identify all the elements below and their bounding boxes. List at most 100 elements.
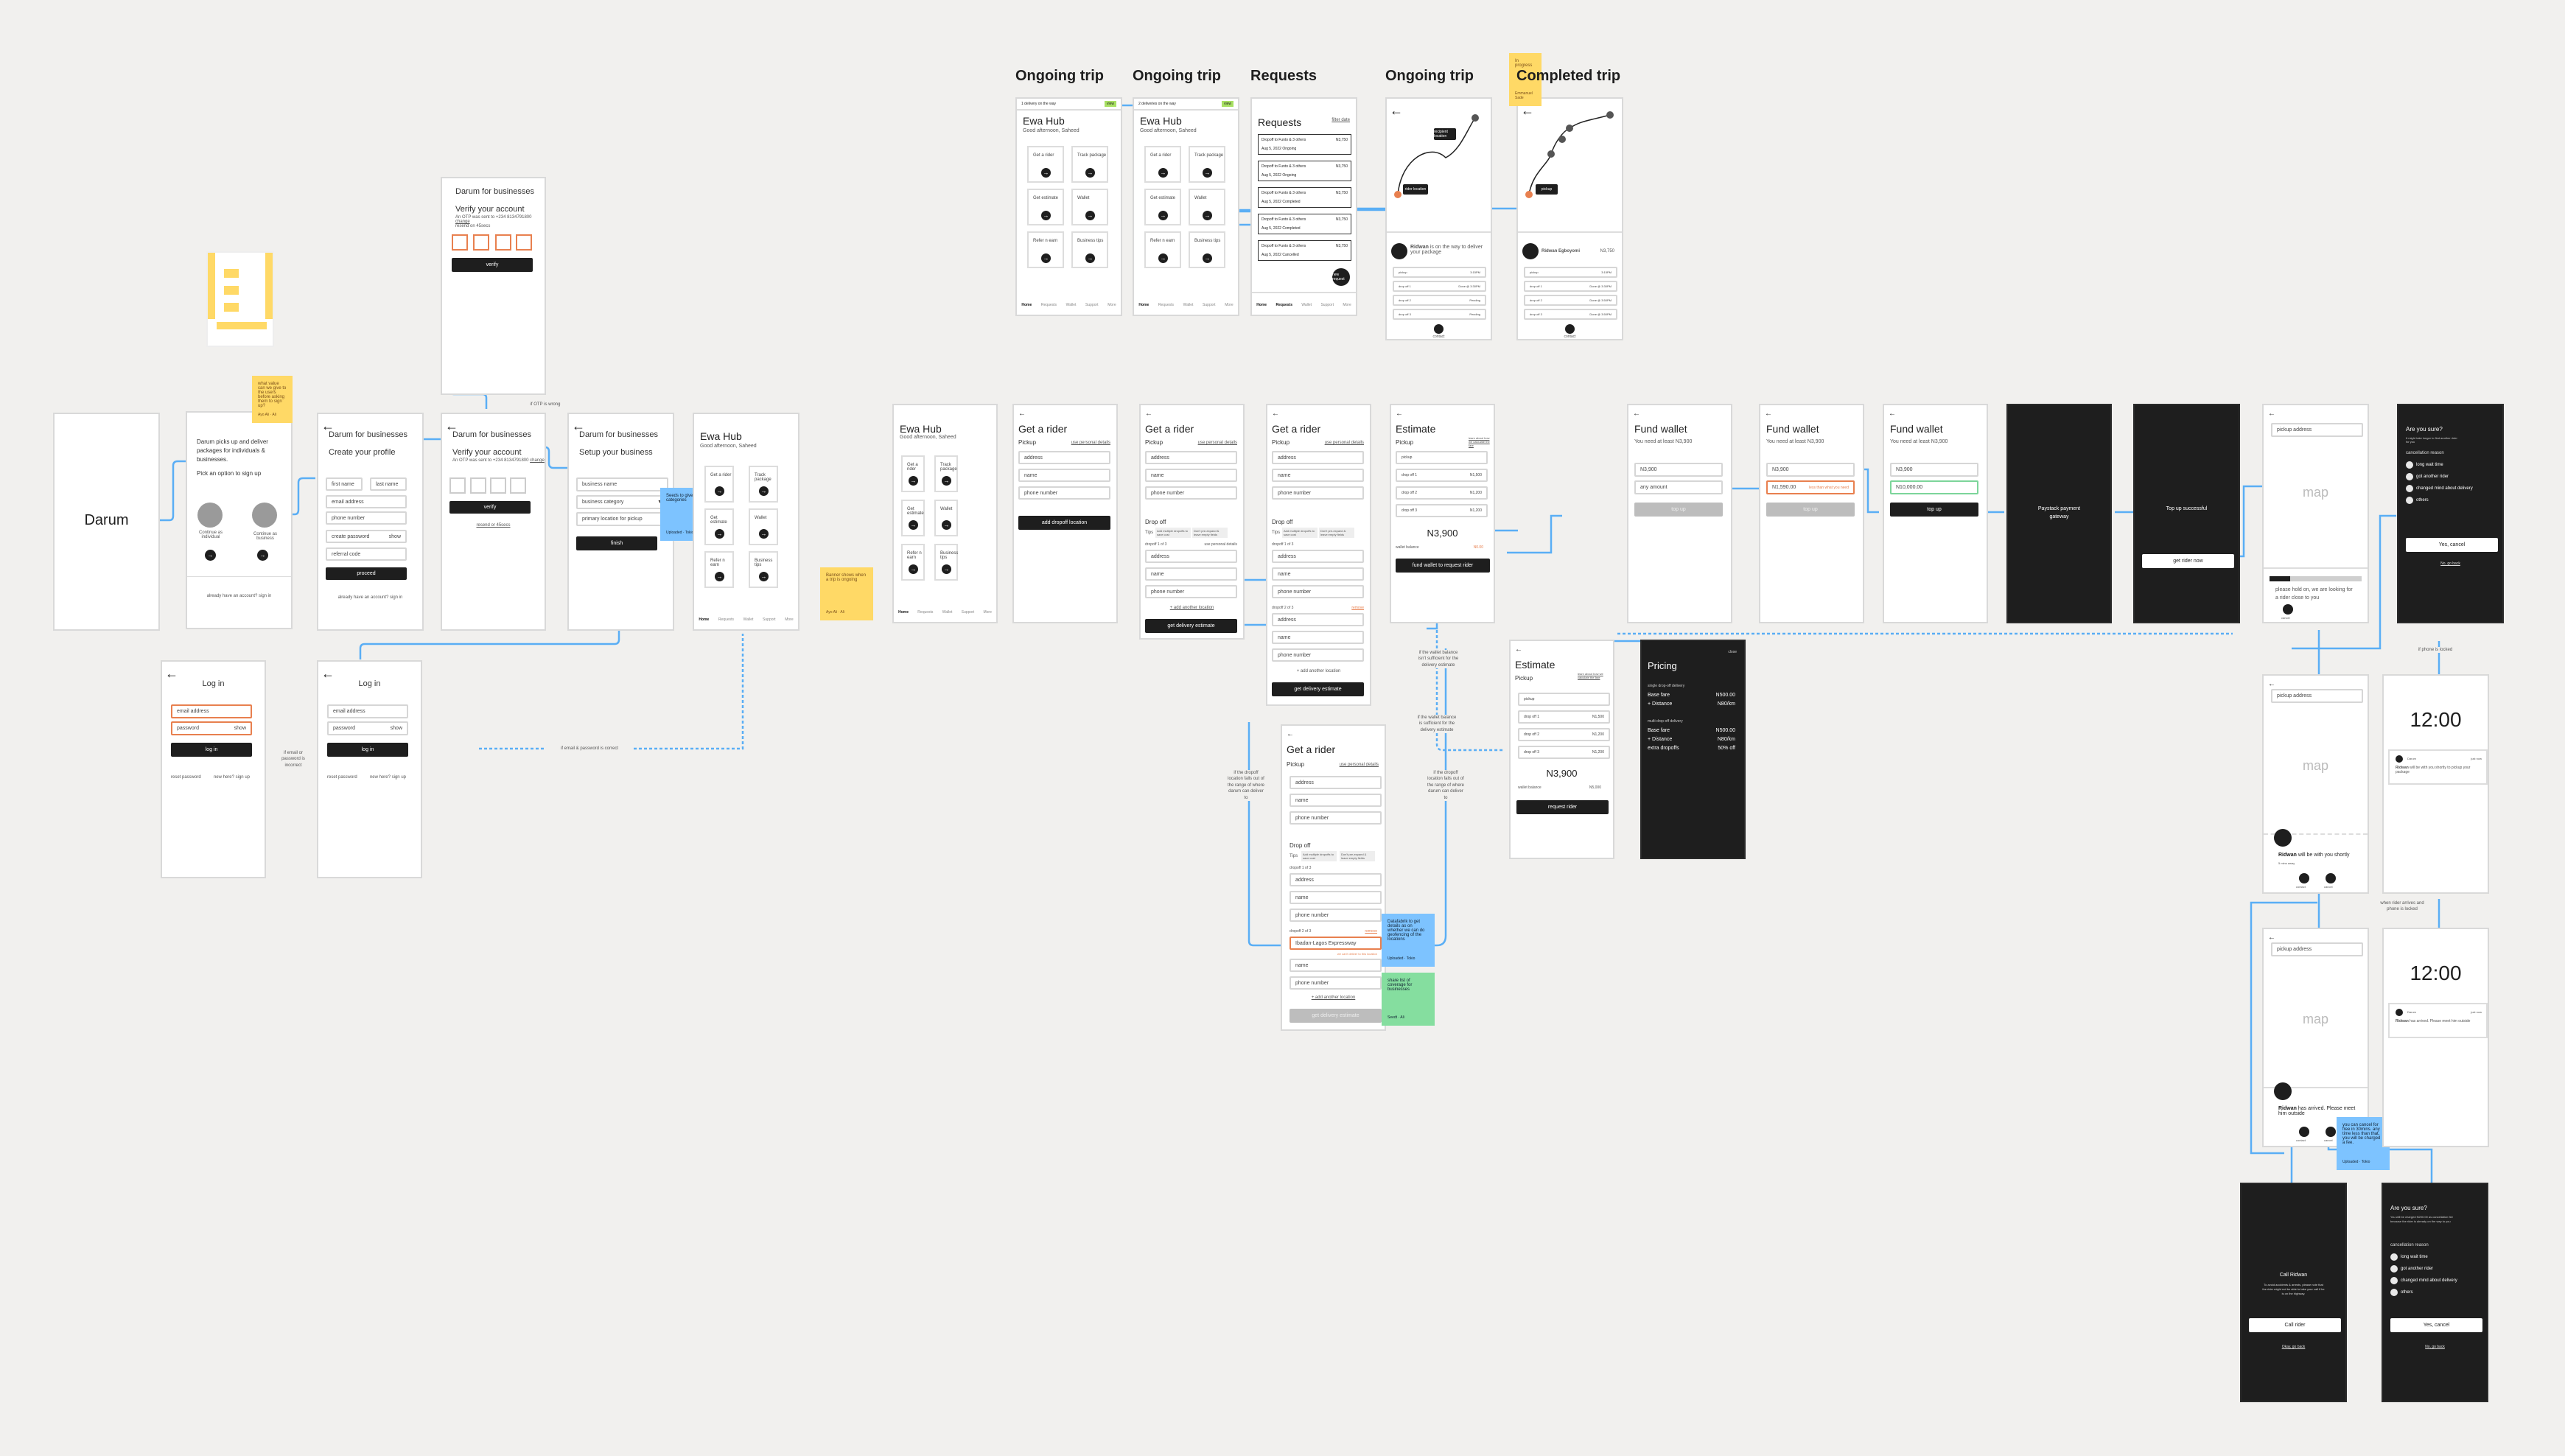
back-arrow-icon[interactable]: ← bbox=[1018, 410, 1026, 418]
pickup-address-field[interactable]: address bbox=[1272, 451, 1364, 464]
ongoing-banner[interactable]: 2 deliveries on the way view bbox=[1134, 99, 1238, 111]
ongoing-banner[interactable]: 1 delivery on the way view bbox=[1017, 99, 1121, 111]
otp-digit-4[interactable] bbox=[510, 477, 526, 494]
show-password-toggle[interactable]: show bbox=[389, 534, 401, 539]
signin-link[interactable]: already have an account? sign in bbox=[187, 594, 291, 598]
tile-get-estimate[interactable]: Get estimate → bbox=[901, 500, 925, 536]
nav-wallet[interactable]: Wallet bbox=[1301, 303, 1312, 307]
password-field[interactable]: password show bbox=[171, 721, 252, 735]
verify-button[interactable]: verify bbox=[452, 258, 533, 272]
custom-amount-field-valid[interactable]: N10,000.00 bbox=[1890, 480, 1978, 494]
tile-refer[interactable]: Refer n earn → bbox=[1144, 231, 1181, 268]
business-category-select[interactable]: business category▼ bbox=[576, 495, 668, 509]
back-arrow-icon[interactable]: ← bbox=[1287, 730, 1294, 738]
dropoff-address-field[interactable]: address bbox=[1290, 873, 1382, 886]
tip-chip-1[interactable]: Add multiple dropoffs to save cost bbox=[1282, 528, 1318, 538]
yes-cancel-button[interactable]: Yes, cancel bbox=[2390, 1318, 2482, 1332]
show-password-toggle[interactable]: show bbox=[234, 726, 246, 731]
reset-password-link[interactable]: reset password bbox=[327, 775, 357, 780]
tile-get-rider[interactable]: Get a rider → bbox=[901, 455, 925, 492]
nav-support[interactable]: Support bbox=[1320, 303, 1334, 307]
verify-button[interactable]: verify bbox=[449, 501, 531, 514]
back-arrow-icon[interactable]: ← bbox=[2268, 680, 2275, 688]
pickup-location-field[interactable]: primary location for pickup bbox=[576, 512, 668, 526]
nav-more[interactable]: More bbox=[1343, 303, 1351, 307]
map-placeholder[interactable]: map bbox=[2264, 485, 2368, 500]
dropoff-name-field[interactable]: name bbox=[1145, 567, 1237, 581]
tile-business-tips[interactable]: Business tips → bbox=[934, 544, 958, 581]
cancel-reason-option[interactable]: long wait time bbox=[2390, 1253, 2457, 1261]
radio-circle-icon[interactable] bbox=[2390, 1265, 2398, 1273]
back-arrow-icon[interactable]: ← bbox=[1396, 410, 1403, 418]
tile-wallet[interactable]: Wallet → bbox=[934, 500, 958, 536]
cancel-reason-option[interactable]: long wait time bbox=[2406, 461, 2473, 469]
nav-more[interactable]: More bbox=[1107, 303, 1116, 307]
pickup-name-field[interactable]: name bbox=[1018, 469, 1110, 482]
topup-button-disabled[interactable]: top up bbox=[1634, 503, 1723, 517]
nav-wallet[interactable]: Wallet bbox=[743, 617, 754, 622]
radio-circle-icon[interactable] bbox=[2406, 473, 2413, 480]
radio-circle-icon[interactable] bbox=[2406, 485, 2413, 492]
nav-home[interactable]: Home bbox=[1021, 303, 1032, 307]
nav-more[interactable]: More bbox=[1225, 303, 1233, 307]
dropoff2-name-field[interactable]: name bbox=[1290, 959, 1382, 972]
change-number-link[interactable]: change bbox=[530, 458, 545, 463]
nav-home[interactable]: Home bbox=[1256, 303, 1267, 307]
cancel-button[interactable] bbox=[2326, 873, 2336, 883]
cancel-button[interactable] bbox=[2326, 1127, 2336, 1137]
sticky-value-prop[interactable]: what value can we give to the users befo… bbox=[252, 376, 293, 423]
learn-fare-link[interactable]: learn about how we calculate the fare bbox=[1578, 672, 1607, 679]
pickup-address-field[interactable]: pickup address bbox=[2271, 689, 2363, 703]
pickup-address-field[interactable]: pickup address bbox=[2271, 423, 2363, 437]
tile-refer[interactable]: Refer n earn → bbox=[704, 551, 734, 588]
resend-link[interactable]: resend or 45secs bbox=[442, 523, 545, 528]
otp-digit-2[interactable] bbox=[470, 477, 486, 494]
nav-home[interactable]: Home bbox=[1138, 303, 1149, 307]
sticky-banner-note[interactable]: Banner shows when a trip is ongoing Ayo A… bbox=[820, 567, 873, 620]
nav-requests[interactable]: Requests bbox=[1275, 303, 1292, 307]
use-personal-link[interactable]: use personal details bbox=[1071, 441, 1110, 445]
tile-get-rider[interactable]: Get a rider → bbox=[1144, 146, 1181, 183]
tile-track-package[interactable]: Track package → bbox=[1189, 146, 1225, 183]
reset-password-link[interactable]: reset password bbox=[171, 775, 201, 780]
tile-track-package[interactable]: Track package → bbox=[749, 466, 778, 503]
first-name-field[interactable]: first name bbox=[326, 477, 363, 491]
dropoff-phone-field[interactable]: phone number bbox=[1290, 909, 1382, 922]
cancel-search-button[interactable] bbox=[2283, 604, 2293, 615]
new-request-fab[interactable]: new request bbox=[1332, 268, 1350, 286]
suggested-amount-field[interactable]: N3,900 bbox=[1634, 463, 1723, 477]
learn-fare-link[interactable]: learn about how we calculate the fare bbox=[1469, 436, 1491, 447]
nav-more[interactable]: More bbox=[983, 610, 991, 615]
back-arrow-icon[interactable]: ← bbox=[2268, 934, 2275, 942]
nav-support[interactable]: Support bbox=[763, 617, 776, 622]
pickup-name-field[interactable]: name bbox=[1272, 469, 1364, 482]
nav-support[interactable]: Support bbox=[1203, 303, 1216, 307]
email-field[interactable]: email address bbox=[326, 495, 407, 508]
business-name-field[interactable]: business name bbox=[576, 477, 668, 491]
password-field[interactable]: create password show bbox=[326, 530, 407, 543]
dropoff-address-field[interactable]: address bbox=[1272, 550, 1364, 563]
nav-more[interactable]: More bbox=[785, 617, 793, 622]
tile-track-package[interactable]: Track package → bbox=[1071, 146, 1108, 183]
tile-track-package[interactable]: Track package → bbox=[934, 455, 958, 492]
nav-support[interactable]: Support bbox=[1085, 303, 1099, 307]
dropoff-name-field[interactable]: name bbox=[1290, 891, 1382, 904]
banner-view-button[interactable]: view bbox=[1104, 101, 1116, 107]
back-arrow-icon[interactable]: ← bbox=[1515, 645, 1522, 654]
add-location-link[interactable]: + add another location bbox=[1267, 669, 1370, 673]
pickup-address-field[interactable]: address bbox=[1145, 451, 1237, 464]
pickup-phone-field[interactable]: phone number bbox=[1272, 486, 1364, 500]
radio-circle-icon[interactable] bbox=[2390, 1253, 2398, 1261]
signup-link[interactable]: new here? sign up bbox=[370, 775, 406, 780]
use-personal-link[interactable]: use personal details bbox=[1340, 763, 1379, 767]
nav-wallet[interactable]: Wallet bbox=[1183, 303, 1194, 307]
custom-amount-field[interactable]: any amount bbox=[1634, 480, 1723, 494]
radio-circle-icon[interactable] bbox=[2406, 497, 2413, 504]
contact-button[interactable] bbox=[2299, 1127, 2309, 1137]
signup-link[interactable]: new here? sign up bbox=[214, 775, 250, 780]
tile-wallet[interactable]: Wallet → bbox=[749, 508, 778, 545]
tip-chip-1[interactable]: Add multiple dropoffs to save cost bbox=[1155, 528, 1191, 538]
get-estimate-button-disabled[interactable]: get delivery estimate bbox=[1290, 1009, 1382, 1023]
map-placeholder[interactable]: map bbox=[2264, 1012, 2368, 1027]
notification-card[interactable]: Darum just now Ridwan has arrived. Pleas… bbox=[2388, 1003, 2488, 1038]
